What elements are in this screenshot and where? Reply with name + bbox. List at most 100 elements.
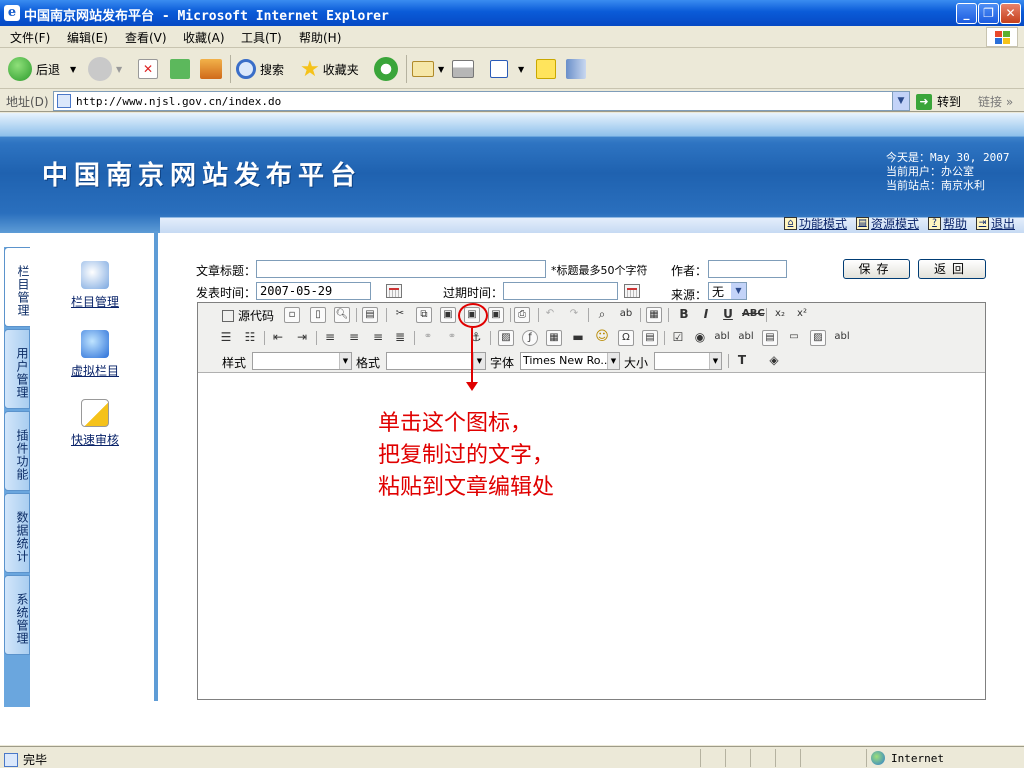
replace-icon[interactable]: ab xyxy=(618,307,634,323)
favorites-button[interactable]: ★ 收藏夹 xyxy=(300,55,359,83)
discuss-button[interactable] xyxy=(536,55,560,83)
home-button[interactable] xyxy=(200,55,226,83)
background-color-icon[interactable]: ◈ xyxy=(766,353,782,369)
smiley-icon[interactable]: ☺ xyxy=(594,330,610,346)
title-input[interactable] xyxy=(256,260,546,278)
preview-icon[interactable]: 🔍︎ xyxy=(334,307,350,323)
copy-icon[interactable]: ⧉ xyxy=(416,307,432,323)
back-button[interactable]: 后退 ▼ xyxy=(8,55,76,83)
menu-help[interactable]: 帮助(H) xyxy=(299,29,341,46)
resource-mode-link[interactable]: ▤ 资源模式 xyxy=(856,215,919,232)
checkbox-icon[interactable]: ☑ xyxy=(670,330,686,346)
textarea-icon[interactable]: abl xyxy=(738,330,754,346)
minimize-button[interactable]: _ xyxy=(956,3,977,24)
unordered-list-icon[interactable]: ☷ xyxy=(242,330,258,346)
research-button[interactable] xyxy=(566,55,590,83)
select-all-icon[interactable]: ▦ xyxy=(646,307,662,323)
logout-link[interactable]: ⇥ 退出 xyxy=(976,215,1015,232)
chevron-down-icon[interactable]: ▼ xyxy=(892,92,909,110)
calendar-icon[interactable] xyxy=(624,284,640,298)
bold-icon[interactable]: B xyxy=(676,307,692,323)
source-code-button[interactable]: 源代码 xyxy=(222,307,274,324)
save-button[interactable]: 保存 xyxy=(843,259,910,279)
close-button[interactable]: ✕ xyxy=(1000,3,1021,24)
menu-view[interactable]: 查看(V) xyxy=(125,29,167,46)
back-button-form[interactable]: 返回 xyxy=(918,259,986,279)
paste-word-icon[interactable]: ▣ xyxy=(488,307,504,323)
expire-time-input[interactable] xyxy=(503,282,618,300)
special-char-icon[interactable]: Ω xyxy=(618,330,634,346)
new-doc-icon[interactable]: ▯ xyxy=(310,307,326,323)
align-right-icon[interactable]: ≡ xyxy=(370,330,386,346)
help-link[interactable]: ? 帮助 xyxy=(928,215,967,232)
find-icon[interactable]: ⌕ xyxy=(594,307,610,323)
refresh-button[interactable] xyxy=(170,55,194,83)
menu-tools[interactable]: 工具(T) xyxy=(241,29,282,46)
align-left-icon[interactable]: ≡ xyxy=(322,330,338,346)
redo-icon[interactable]: ↷ xyxy=(566,307,582,323)
calendar-icon[interactable] xyxy=(386,284,402,298)
ordered-list-icon[interactable]: ☰ xyxy=(218,330,234,346)
indent-icon[interactable]: ⇥ xyxy=(294,330,310,346)
table-icon[interactable]: ▦ xyxy=(546,330,562,346)
tab-plugin-functions[interactable]: 插件功能 xyxy=(4,411,30,491)
button-field-icon[interactable]: ▭ xyxy=(786,330,802,346)
sidebar-item-column-management[interactable]: 栏目管理 xyxy=(60,261,130,310)
unlink-icon[interactable]: ⚭ xyxy=(444,330,460,346)
textfield-icon[interactable]: abl xyxy=(714,330,730,346)
author-input[interactable] xyxy=(708,260,787,278)
horizontal-rule-icon[interactable]: ▬ xyxy=(570,330,586,346)
flash-icon[interactable]: ƒ xyxy=(522,330,538,346)
font-select[interactable]: Times New Ro... ▼ xyxy=(520,352,620,370)
sidebar-item-virtual-column[interactable]: 虚拟栏目 xyxy=(60,330,130,379)
template-icon[interactable]: ▤ xyxy=(362,307,378,323)
source-value: 无 xyxy=(712,285,725,299)
italic-icon[interactable]: I xyxy=(698,307,714,323)
forward-button[interactable]: ▼ xyxy=(88,55,122,83)
print-button[interactable] xyxy=(452,55,478,83)
save-icon[interactable]: ▫ xyxy=(284,307,300,323)
stop-button[interactable]: ✕ xyxy=(138,55,162,83)
tab-system-management[interactable]: 系统管理 xyxy=(4,575,30,655)
function-mode-link[interactable]: ⌂ 功能模式 xyxy=(784,215,847,232)
source-select[interactable]: 无 ▼ xyxy=(708,282,747,300)
links-button[interactable]: 链接 » xyxy=(978,93,1013,110)
superscript-icon[interactable]: x² xyxy=(794,307,810,323)
edit-button[interactable]: ▼ xyxy=(490,55,524,83)
hidden-field-icon[interactable]: abl xyxy=(834,330,850,346)
font-color-icon[interactable]: T xyxy=(734,353,750,369)
address-input[interactable]: http://www.njsl.gov.cn/index.do ▼ xyxy=(53,91,910,111)
image-icon[interactable]: ▨ xyxy=(498,330,514,346)
mail-button[interactable]: ▼ xyxy=(412,55,444,83)
page-break-icon[interactable]: ▤ xyxy=(642,330,658,346)
menu-favorites[interactable]: 收藏(A) xyxy=(183,29,225,46)
style-select[interactable]: ▼ xyxy=(252,352,352,370)
go-button[interactable]: ➜ 转到 xyxy=(916,93,961,110)
image-button-icon[interactable]: ▨ xyxy=(810,330,826,346)
align-center-icon[interactable]: ≡ xyxy=(346,330,362,346)
select-field-icon[interactable]: ▤ xyxy=(762,330,778,346)
search-button[interactable]: 搜索 xyxy=(236,55,284,83)
sidebar-item-quick-review[interactable]: 快速审核 xyxy=(60,399,130,448)
history-button[interactable] xyxy=(374,55,402,83)
publish-time-input[interactable] xyxy=(256,282,371,300)
print-icon[interactable]: ⎙ xyxy=(514,307,530,323)
underline-icon[interactable]: U xyxy=(720,307,736,323)
tab-user-management[interactable]: 用户管理 xyxy=(4,329,30,409)
outdent-icon[interactable]: ⇤ xyxy=(270,330,286,346)
size-select[interactable]: ▼ xyxy=(654,352,722,370)
cut-icon[interactable]: ✂ xyxy=(392,307,408,323)
justify-icon[interactable]: ≣ xyxy=(392,330,408,346)
tab-data-statistics[interactable]: 数据统计 xyxy=(4,493,30,573)
strikethrough-icon[interactable]: ABC xyxy=(742,307,765,323)
subscript-icon[interactable]: x₂ xyxy=(772,307,788,323)
maximize-button[interactable]: ❐ xyxy=(978,3,999,24)
editor-content-area[interactable] xyxy=(198,374,985,699)
paste-icon[interactable]: ▣ xyxy=(440,307,456,323)
undo-icon[interactable]: ↶ xyxy=(542,307,558,323)
menu-edit[interactable]: 编辑(E) xyxy=(67,29,108,46)
link-icon[interactable]: ⚭ xyxy=(420,330,436,346)
tab-column-management[interactable]: 栏目管理 xyxy=(4,247,30,327)
radio-icon[interactable]: ◉ xyxy=(692,330,708,346)
menu-file[interactable]: 文件(F) xyxy=(10,29,50,46)
